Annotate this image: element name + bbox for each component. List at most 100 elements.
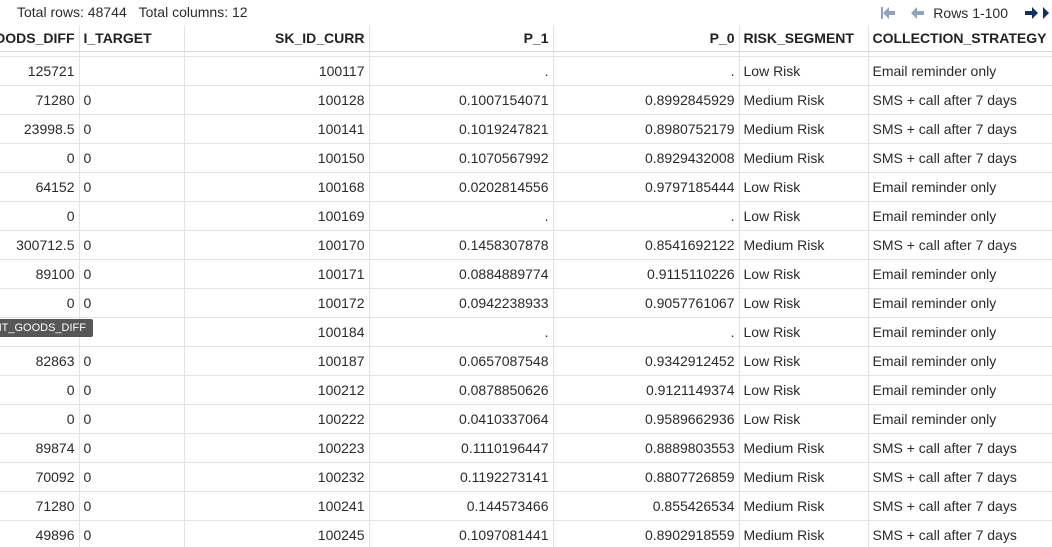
risk-segment-cell[interactable]: Medium Risk	[739, 520, 869, 547]
column-header-risk-segment[interactable]: RISK_SEGMENT	[739, 25, 869, 52]
last-page-button[interactable]	[1042, 4, 1052, 22]
i-target-cell[interactable]: 0	[79, 491, 185, 521]
table-row[interactable]: 300712.5 0 100170 0.1458307878 0.8541692122 M…	[0, 230, 1052, 260]
collection-strategy-cell[interactable]: Email reminder only	[868, 375, 1052, 405]
i-target-cell[interactable]: 0	[79, 172, 185, 202]
i-target-cell[interactable]: 0	[79, 288, 185, 318]
p-1-cell[interactable]: 0.1007154071	[369, 85, 554, 115]
collection-strategy-cell[interactable]: SMS + call after 7 days	[868, 520, 1052, 547]
p-0-cell[interactable]: 0.8992845929	[553, 85, 740, 115]
p-1-cell[interactable]: 0.1192273141	[369, 462, 554, 492]
table-row[interactable]: 0 0 100172 0.0942238933 0.9057761067 Low Risk…	[0, 288, 1052, 318]
i-target-cell[interactable]: 0	[79, 259, 185, 289]
sk-id-curr-cell[interactable]: 100150	[184, 143, 370, 173]
i-target-cell[interactable]: 0	[79, 114, 185, 144]
i-target-cell[interactable]: 0	[79, 404, 185, 434]
table-row[interactable]: 0 0 100150 0.1070567992 0.8929432008 Medium R…	[0, 143, 1052, 173]
table-row[interactable]: 49896 0 100245 0.1097081441 0.8902918559 Medi…	[0, 520, 1052, 547]
risk-segment-cell[interactable]: Low Risk	[739, 404, 869, 434]
sk-id-curr-cell[interactable]: 100172	[184, 288, 370, 318]
collection-strategy-cell[interactable]: Email reminder only	[868, 172, 1052, 202]
table-row[interactable]: 71280 0 100241 0.144573466 0.855426534 Medium…	[0, 491, 1052, 521]
sk-id-curr-cell[interactable]: 100212	[184, 375, 370, 405]
risk-segment-cell[interactable]: Medium Risk	[739, 85, 869, 115]
i-target-cell[interactable]: 0	[79, 462, 185, 492]
p-0-cell[interactable]: 0.9057761067	[553, 288, 740, 318]
risk-segment-cell[interactable]: Low Risk	[739, 259, 869, 289]
p-1-cell[interactable]: .	[369, 317, 554, 347]
p-1-cell[interactable]: 0.0410337064	[369, 404, 554, 434]
sk-id-curr-cell[interactable]: 100168	[184, 172, 370, 202]
p-1-cell[interactable]: .	[369, 201, 554, 231]
risk-segment-cell[interactable]: Medium Risk	[739, 491, 869, 521]
i-target-cell[interactable]: 0	[79, 85, 185, 115]
collection-strategy-cell[interactable]: SMS + call after 7 days	[868, 85, 1052, 115]
goods-diff-cell[interactable]: 0	[0, 404, 80, 434]
i-target-cell[interactable]: 0	[79, 375, 185, 405]
collection-strategy-cell[interactable]: SMS + call after 7 days	[868, 462, 1052, 492]
table-row[interactable]: 0 0 100212 0.0878850626 0.9121149374 Low Risk…	[0, 375, 1052, 405]
risk-segment-cell[interactable]: Low Risk	[739, 288, 869, 318]
column-header-p-0[interactable]: P_0	[553, 25, 740, 52]
p-0-cell[interactable]: .	[553, 317, 740, 347]
goods-diff-cell[interactable]: 23998.5	[0, 114, 80, 144]
sk-id-curr-cell[interactable]: 100170	[184, 230, 370, 260]
goods-diff-cell[interactable]: 71280	[0, 85, 80, 115]
collection-strategy-cell[interactable]: SMS + call after 7 days	[868, 491, 1052, 521]
column-header-collection-strategy[interactable]: COLLECTION_STRATEGY	[868, 25, 1052, 52]
risk-segment-cell[interactable]: Low Risk	[739, 346, 869, 376]
p-0-cell[interactable]: .	[553, 201, 740, 231]
p-1-cell[interactable]: 0.0202814556	[369, 172, 554, 202]
collection-strategy-cell[interactable]: SMS + call after 7 days	[868, 230, 1052, 260]
p-1-cell[interactable]: 0.1110196447	[369, 433, 554, 463]
risk-segment-cell[interactable]: Low Risk	[739, 172, 869, 202]
p-1-cell[interactable]: 0.0884889774	[369, 259, 554, 289]
i-target-cell[interactable]	[79, 56, 185, 86]
sk-id-curr-cell[interactable]: 100223	[184, 433, 370, 463]
goods-diff-cell[interactable]: 70092	[0, 462, 80, 492]
column-header-amt-goods-diff[interactable]: AMT_CREDIT_MINUS_AMT_GOODS_DIFF	[0, 25, 80, 52]
i-target-cell[interactable]: 0	[79, 433, 185, 463]
goods-diff-cell[interactable]: 89874	[0, 433, 80, 463]
sk-id-curr-cell[interactable]: 100222	[184, 404, 370, 434]
risk-segment-cell[interactable]: Low Risk	[739, 375, 869, 405]
sk-id-curr-cell[interactable]: 100169	[184, 201, 370, 231]
p-1-cell[interactable]: 0.1097081441	[369, 520, 554, 547]
risk-segment-cell[interactable]: Low Risk	[739, 317, 869, 347]
sk-id-curr-cell[interactable]: 100117	[184, 56, 370, 86]
risk-segment-cell[interactable]: Low Risk	[739, 56, 869, 86]
collection-strategy-cell[interactable]: Email reminder only	[868, 404, 1052, 434]
p-1-cell[interactable]: 0.0657087548	[369, 346, 554, 376]
p-0-cell[interactable]: 0.855426534	[553, 491, 740, 521]
p-0-cell[interactable]: 0.8889803553	[553, 433, 740, 463]
p-1-cell[interactable]: 0.0942238933	[369, 288, 554, 318]
p-1-cell[interactable]: .	[369, 56, 554, 86]
collection-strategy-cell[interactable]: Email reminder only	[868, 288, 1052, 318]
risk-segment-cell[interactable]: Medium Risk	[739, 433, 869, 463]
collection-strategy-cell[interactable]: SMS + call after 7 days	[868, 143, 1052, 173]
sk-id-curr-cell[interactable]: 100187	[184, 346, 370, 376]
i-target-cell[interactable]: 0	[79, 143, 185, 173]
risk-segment-cell[interactable]: Medium Risk	[739, 230, 869, 260]
table-row[interactable]: 82863 0 100187 0.0657087548 0.9342912452 Low …	[0, 346, 1052, 376]
column-header-sk-id-curr[interactable]: SK_ID_CURR	[184, 25, 370, 52]
sk-id-curr-cell[interactable]: 100141	[184, 114, 370, 144]
column-header-i-target[interactable]: I_TARGET	[79, 25, 185, 52]
collection-strategy-cell[interactable]: Email reminder only	[868, 56, 1052, 86]
sk-id-curr-cell[interactable]: 100171	[184, 259, 370, 289]
p-0-cell[interactable]: 0.8807726859	[553, 462, 740, 492]
sk-id-curr-cell[interactable]: 100245	[184, 520, 370, 547]
p-0-cell[interactable]: 0.9121149374	[553, 375, 740, 405]
risk-segment-cell[interactable]: Medium Risk	[739, 114, 869, 144]
risk-segment-cell[interactable]: Medium Risk	[739, 462, 869, 492]
i-target-cell[interactable]	[79, 201, 185, 231]
previous-page-button[interactable]	[907, 4, 929, 22]
goods-diff-cell[interactable]: 0	[0, 143, 80, 173]
p-1-cell[interactable]: 0.1070567992	[369, 143, 554, 173]
p-1-cell[interactable]: 0.1458307878	[369, 230, 554, 260]
risk-segment-cell[interactable]: Low Risk	[739, 201, 869, 231]
table-row[interactable]: 0 0 100222 0.0410337064 0.9589662936 Low Risk…	[0, 404, 1052, 434]
goods-diff-cell[interactable]: 0	[0, 288, 80, 318]
collection-strategy-cell[interactable]: Email reminder only	[868, 346, 1052, 376]
sk-id-curr-cell[interactable]: 100128	[184, 85, 370, 115]
